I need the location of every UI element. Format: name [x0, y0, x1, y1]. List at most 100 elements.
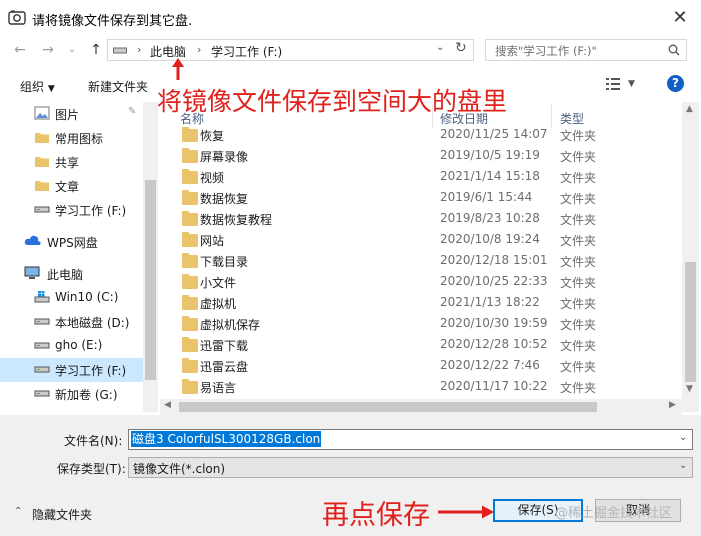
cloud-icon [24, 234, 41, 248]
drive-icon [34, 202, 50, 216]
drive-icon [34, 338, 50, 352]
file-date: 2020/12/28 10:52 [440, 337, 548, 351]
file-row[interactable]: 迅雷云盘 2020/12/22 7:46 文件夹 [165, 356, 680, 377]
sidebar-item-label: 此电脑 [47, 268, 84, 282]
folder-icon [182, 316, 198, 331]
refresh-icon[interactable]: ↻ [455, 40, 467, 56]
file-date: 2021/1/13 18:22 [440, 295, 540, 309]
sidebar-item-label: WPS网盘 [47, 236, 98, 250]
annotation-top: 将镜像文件保存到空间大的盘里 [157, 87, 508, 116]
file-date: 2021/1/14 15:18 [440, 169, 540, 183]
breadcrumb-item-drive[interactable]: 学习工作 (F:) [211, 43, 282, 60]
new-folder-button[interactable]: 新建文件夹 [88, 78, 148, 95]
sidebar-item[interactable]: Win10 (C:) [0, 286, 143, 310]
file-row[interactable]: 虚拟机保存 2020/10/30 19:59 文件夹 [165, 314, 680, 335]
sidebar-item-label: 共享 [55, 156, 80, 170]
file-date: 2019/6/1 15:44 [440, 190, 533, 204]
file-type: 文件夹 [560, 381, 597, 395]
sidebar-item[interactable]: 此电脑 [0, 262, 143, 286]
file-row[interactable]: 网站 2020/10/8 19:24 文件夹 [165, 230, 680, 251]
file-type: 文件夹 [560, 276, 597, 290]
navigation-scroll-thumb[interactable] [145, 180, 156, 380]
file-type: 文件夹 [560, 360, 597, 374]
address-dropdown-icon[interactable]: ⌄ [436, 42, 444, 53]
sidebar-item[interactable]: gho (E:) [0, 334, 143, 358]
breadcrumb-separator-icon: › [137, 43, 142, 56]
scroll-right-icon[interactable]: ▶ [669, 400, 676, 410]
back-arrow-icon[interactable]: ← [10, 41, 30, 59]
scroll-up-icon[interactable]: ▲ [686, 104, 693, 114]
hide-folders-toggle[interactable]: 隐藏文件夹 [32, 506, 92, 523]
file-row[interactable]: 数据恢复 2019/6/1 15:44 文件夹 [165, 188, 680, 209]
recent-dropdown-icon[interactable]: ⌄ [62, 41, 82, 59]
collapse-chevron-icon[interactable]: ⌃ [14, 506, 22, 517]
folder-icon [182, 337, 198, 352]
close-button[interactable]: ✕ [662, 2, 698, 34]
dropdown-arrow-icon: ▼ [47, 84, 55, 94]
organize-label: 组织 [20, 80, 45, 94]
file-type: 文件夹 [560, 318, 597, 332]
sidebar-item[interactable]: 学习工作 (F:) [0, 198, 143, 222]
sidebar-item[interactable]: 学习工作 (F:) [0, 358, 143, 382]
file-row[interactable]: 下载目录 2020/12/18 15:01 文件夹 [165, 251, 680, 272]
folder-icon [182, 127, 198, 142]
file-type: 文件夹 [560, 213, 597, 227]
file-date: 2019/8/23 10:28 [440, 211, 540, 225]
file-row[interactable]: 视频 2021/1/14 15:18 文件夹 [165, 167, 680, 188]
file-name: 屏幕录像 [200, 150, 249, 164]
sidebar-item[interactable]: 本地磁盘 (D:) [0, 310, 143, 334]
file-date: 2020/10/8 19:24 [440, 232, 540, 246]
up-arrow-icon[interactable]: ↑ [86, 41, 106, 59]
filetype-value: 镜像文件(*.clon) [133, 462, 226, 476]
file-date: 2020/12/18 15:01 [440, 253, 548, 267]
filetype-dropdown-icon[interactable]: ⌄ [679, 460, 687, 471]
file-name: 虚拟机保存 [200, 318, 261, 332]
organize-button[interactable]: 组织 ▼ [20, 78, 55, 95]
file-list-scroll-thumb[interactable] [685, 262, 696, 382]
file-row[interactable]: 小文件 2020/10/25 22:33 文件夹 [165, 272, 680, 293]
computer-icon [24, 266, 40, 280]
file-row[interactable]: 虚拟机 2021/1/13 18:22 文件夹 [165, 293, 680, 314]
file-row[interactable]: 迅雷下载 2020/12/28 10:52 文件夹 [165, 335, 680, 356]
file-name: 网站 [200, 234, 225, 248]
file-list-h-scroll-thumb[interactable] [179, 402, 597, 412]
view-dropdown-icon[interactable]: ▼ [628, 79, 635, 89]
sidebar-item-label: gho (E:) [55, 338, 103, 352]
annotation-arrow-up-icon [172, 58, 184, 80]
filename-value[interactable]: 磁盘3 ColorfulSL300128GB.clon [131, 431, 322, 447]
filetype-label: 保存类型(T): [57, 462, 126, 476]
filename-label: 文件名(N): [64, 434, 123, 448]
folder-icon [182, 169, 198, 184]
file-type: 文件夹 [560, 234, 597, 248]
filename-dropdown-icon[interactable]: ⌄ [679, 432, 687, 443]
folder-icon [182, 232, 198, 247]
sidebar-item[interactable]: 文章 [0, 174, 143, 198]
help-icon[interactable]: ? [667, 75, 684, 92]
sidebar-item[interactable]: 常用图标 [0, 126, 143, 150]
file-name: 迅雷下载 [200, 339, 249, 353]
file-row[interactable]: 数据恢复教程 2019/8/23 10:28 文件夹 [165, 209, 680, 230]
pictures-icon [34, 106, 50, 120]
scroll-left-icon[interactable]: ◀ [164, 400, 171, 410]
file-row[interactable]: 恢复 2020/11/25 14:07 文件夹 [165, 125, 680, 146]
file-name: 下载目录 [200, 255, 249, 269]
sidebar-item[interactable]: 共享 [0, 150, 143, 174]
folder-icon [182, 253, 198, 268]
forward-arrow-icon[interactable]: → [38, 41, 58, 59]
file-name: 视频 [200, 171, 225, 185]
sidebar-item[interactable]: 新加卷 (G:) [0, 382, 143, 406]
sidebar-item-label: Win10 (C:) [55, 290, 119, 304]
folder-icon [34, 178, 50, 192]
scroll-down-icon[interactable]: ▼ [686, 384, 693, 394]
drive-icon [34, 314, 50, 328]
file-name: 迅雷云盘 [200, 360, 249, 374]
view-options-icon[interactable] [606, 77, 622, 91]
sidebar-item[interactable]: 图片 ✎ [0, 102, 143, 126]
pin-icon[interactable]: ✎ [128, 106, 136, 117]
file-row[interactable]: 易语言 2020/11/17 10:22 文件夹 [165, 377, 680, 398]
file-row[interactable]: 屏幕录像 2019/10/5 19:19 文件夹 [165, 146, 680, 167]
folder-icon [182, 190, 198, 205]
search-icon[interactable] [668, 44, 680, 56]
sidebar-item[interactable]: WPS网盘 [0, 230, 143, 254]
file-type: 文件夹 [560, 129, 597, 143]
